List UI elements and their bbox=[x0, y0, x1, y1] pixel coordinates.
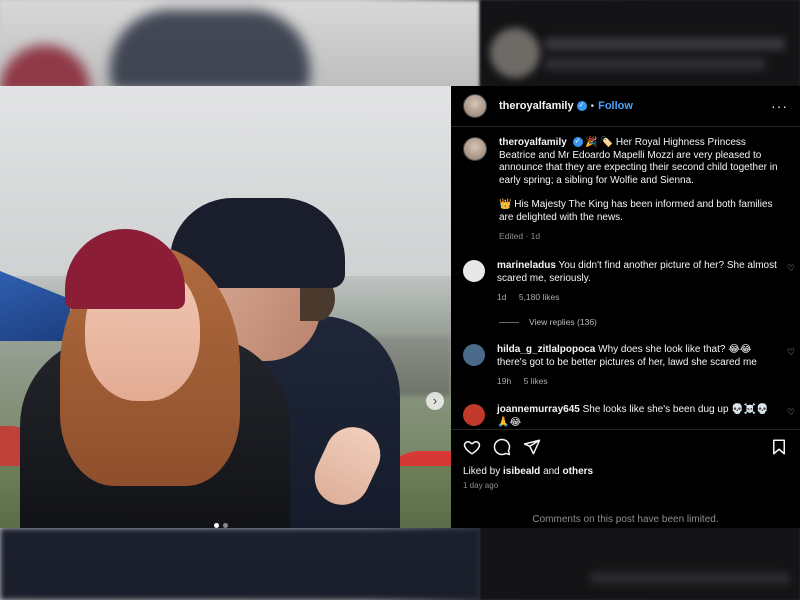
comment-avatar[interactable] bbox=[463, 344, 485, 366]
liked-by-user[interactable]: isibeald bbox=[503, 466, 540, 477]
carousel-dots bbox=[214, 523, 228, 528]
view-replies[interactable]: View replies (136) bbox=[499, 317, 597, 327]
follow-button[interactable]: Follow bbox=[598, 100, 633, 112]
verified-icon: ✓ bbox=[572, 137, 583, 148]
comment-username[interactable]: hilda_g_zitlalpopoca bbox=[497, 344, 595, 355]
comment-item: marineladus You didn't find another pict… bbox=[451, 260, 800, 304]
liked-by: Liked by isibeald and others bbox=[451, 456, 800, 477]
liked-by-and: and bbox=[543, 466, 560, 477]
post-panel: theroyalfamily ✓ • Follow ··· theroyalfa… bbox=[451, 86, 800, 528]
post-photo[interactable]: › bbox=[0, 86, 451, 528]
heart-icon[interactable] bbox=[463, 438, 481, 456]
comment-like-icon[interactable]: ♡ bbox=[787, 406, 795, 419]
comment-item: joannemurray645 She looks like she's bee… bbox=[451, 404, 800, 429]
separator: • bbox=[590, 100, 595, 112]
caption-emojis: 🎉 🏷️ bbox=[585, 137, 614, 148]
comment-item: hilda_g_zitlalpopoca Why does she look l… bbox=[451, 344, 800, 388]
comment-username[interactable]: marineladus bbox=[497, 260, 556, 271]
comments-limited-notice: Comments on this post have been limited. bbox=[532, 514, 719, 525]
comment-likes[interactable]: 5 likes bbox=[524, 376, 548, 386]
post-caption: theroyalfamily ✓ 🎉 🏷️ Her Royal Highness… bbox=[451, 127, 800, 243]
comment-time: 1d bbox=[497, 292, 507, 302]
liked-by-prefix: Liked by bbox=[463, 466, 501, 477]
post-header: theroyalfamily ✓ • Follow ··· bbox=[451, 86, 800, 127]
comment-likes[interactable]: 5,180 likes bbox=[519, 292, 560, 302]
blue-tent bbox=[0, 271, 70, 341]
verified-icon: ✓ bbox=[576, 101, 587, 111]
posted-ago: 1 day ago bbox=[463, 481, 499, 490]
post-username[interactable]: theroyalfamily bbox=[499, 100, 574, 112]
caption-edited: Edited · 1d bbox=[499, 231, 541, 241]
comment-icon[interactable] bbox=[493, 438, 511, 456]
caption-username[interactable]: theroyalfamily bbox=[499, 137, 567, 148]
caption-avatar[interactable] bbox=[463, 137, 487, 161]
share-icon[interactable] bbox=[523, 438, 541, 456]
comment-like-icon[interactable]: ♡ bbox=[787, 346, 795, 359]
next-photo-button[interactable]: › bbox=[426, 392, 444, 410]
comment-avatar[interactable] bbox=[463, 260, 485, 282]
view-replies-label[interactable]: View replies (136) bbox=[529, 317, 597, 327]
comment-avatar[interactable] bbox=[463, 404, 485, 426]
bookmark-icon[interactable] bbox=[770, 438, 788, 456]
comment-username[interactable]: joannemurray645 bbox=[497, 404, 580, 415]
liked-by-others[interactable]: others bbox=[563, 466, 594, 477]
avatar[interactable] bbox=[463, 94, 487, 118]
comment-time: 19h bbox=[497, 376, 512, 386]
more-options-icon[interactable]: ··· bbox=[771, 98, 788, 114]
comment-like-icon[interactable]: ♡ bbox=[787, 262, 795, 275]
caption-paragraph-2: 👑 His Majesty The King has been informed… bbox=[499, 199, 773, 223]
